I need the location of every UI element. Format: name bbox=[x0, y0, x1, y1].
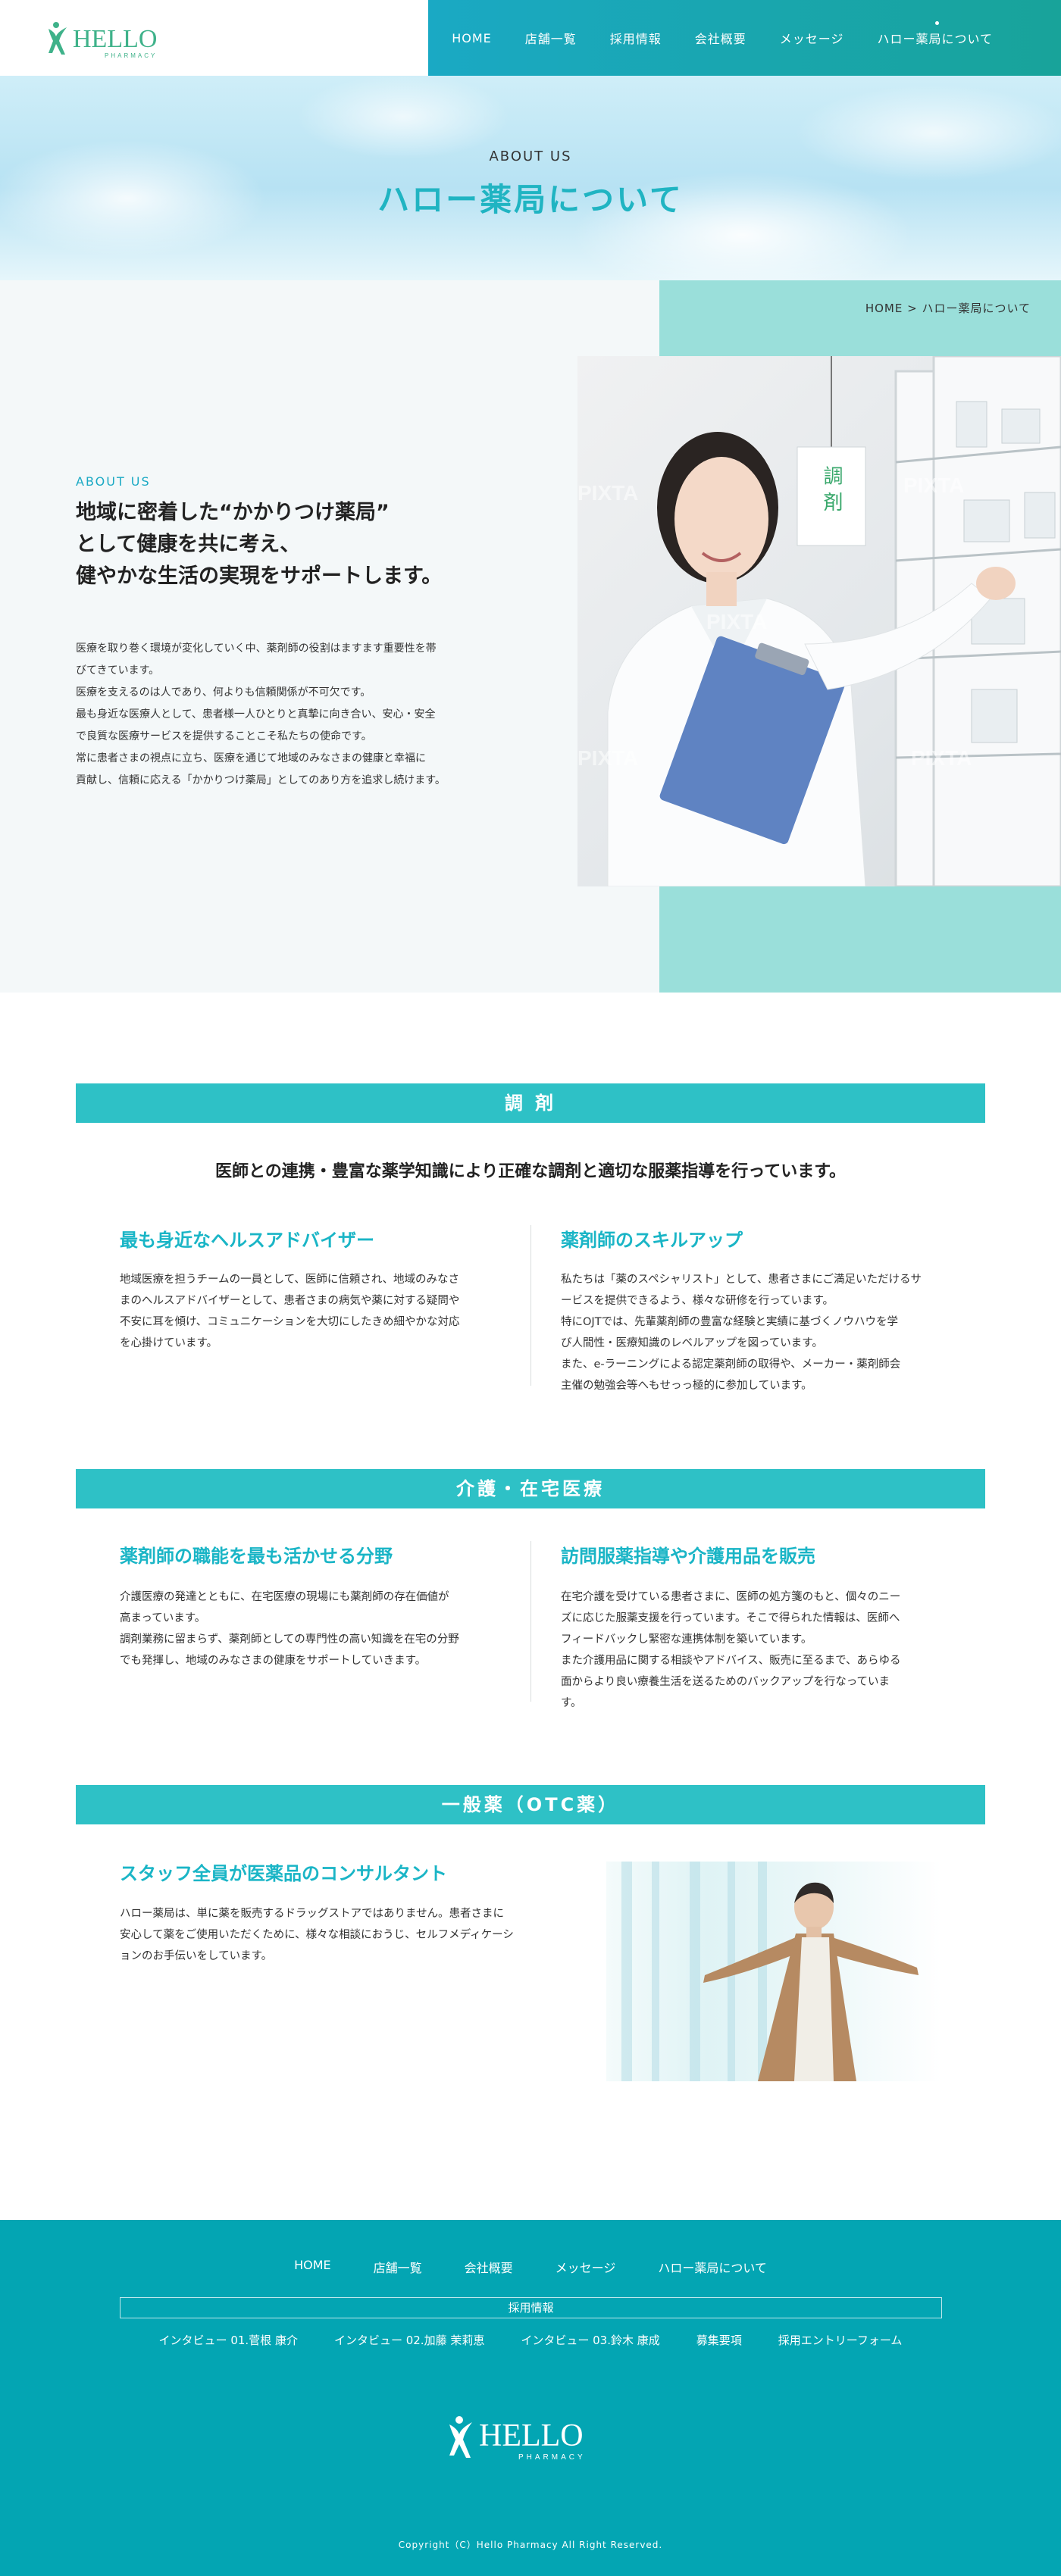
body-line: 介護医療の発達とともに、在宅医療の現場にも薬剤師の存在価値が bbox=[120, 1591, 449, 1603]
care-col1-body: 介護医療の発達とともに、在宅医療の現場にも薬剤師の存在価値が 高まっています。 … bbox=[120, 1587, 514, 1671]
body-line: 不安に耳を傾け、コミュニケーションを大切にしたきめ細やかな対応 bbox=[120, 1316, 460, 1328]
footer-nav-company[interactable]: 会社概要 bbox=[465, 2258, 513, 2276]
dispensing-lead: 医師との連携・豊富な薬学知識により正確な調剤と適切な服薬指導を行っています。 bbox=[214, 1162, 847, 1181]
about-body-line: びてきています。 bbox=[76, 664, 160, 677]
body-line: 面からより良い療養生活を送るためのバックアップを行なっていま bbox=[561, 1676, 890, 1688]
body-line: 在宅介護を受けている患者さまに、医師の処方箋のもと、個々のニー bbox=[561, 1591, 901, 1603]
body-line: す。 bbox=[561, 1697, 582, 1709]
about-heading-line: 地域に密着した“かかりつけ薬局” bbox=[76, 501, 390, 524]
about-heading: 地域に密着した“かかりつけ薬局” として健康を共に考え、 健やかな生活の実現をサ… bbox=[76, 497, 546, 592]
about-heading-line: 健やかな生活の実現をサポートします。 bbox=[76, 564, 443, 588]
dispensing-section-title: 調 剤 bbox=[76, 1083, 985, 1123]
footer-nav-message[interactable]: メッセージ bbox=[556, 2258, 616, 2276]
body-line: 特にOJTでは、先輩薬剤師の豊富な経験と実績に基づくノウハウを学 bbox=[561, 1316, 899, 1328]
runner-figure-icon bbox=[449, 2416, 472, 2458]
body-line: 主催の勉強会等へもせっっ極的に参加しています。 bbox=[561, 1380, 812, 1392]
body-line: ービスを提供できるよう、様々な研修を行っています。 bbox=[561, 1295, 834, 1307]
footer-recruit-label[interactable]: 採用情報 bbox=[120, 2297, 942, 2318]
column-divider bbox=[530, 1225, 531, 1386]
care-col2-body: 在宅介護を受けている患者さまに、医師の処方箋のもと、個々のニー ズに応じた服薬支… bbox=[561, 1587, 955, 1714]
about-body: 医療を取り巻く環境が変化していく中、薬剤師の役割はますます重要性を帯 びてきてい… bbox=[76, 638, 500, 792]
body-line: び人間性・医療知識のレベルアップを図っています。 bbox=[561, 1337, 823, 1349]
otc-col-body: ハロー薬局は、単に薬を販売するドラッグストアではありません。患者さまに 安心して… bbox=[120, 1903, 559, 1967]
stretching-woman-photo bbox=[606, 1862, 941, 2081]
about-body-line: 最も身近な医療人として、患者様一人ひとりと真摯に向き合い、安心・安全 bbox=[76, 708, 436, 721]
dispensing-col2-body: 私たちは「薬のスペシャリスト」として、患者さまにご満足いただけるサ ービスを提供… bbox=[561, 1269, 955, 1396]
nav-message[interactable]: メッセージ bbox=[780, 29, 844, 47]
breadcrumb[interactable]: HOME > ハロー薬局について bbox=[865, 300, 1031, 316]
copyright: Copyright（C）Hello Pharmacy All Right Res… bbox=[398, 2540, 663, 2550]
pharmacist-illustration: 調 剤 PIXTA PIXTA PIXTA PIXTA PIXTA bbox=[577, 356, 1061, 886]
footer-nav-about[interactable]: ハロー薬局について bbox=[658, 2258, 767, 2276]
care-col2-title: 訪問服薬指導や介護用品を販売 bbox=[561, 1546, 815, 1567]
page-title: ハロー薬局について bbox=[377, 181, 684, 218]
page-hero: ABOUT US ハロー薬局について bbox=[0, 76, 1061, 280]
body-line: 高まっています。 bbox=[120, 1612, 206, 1624]
watermark-2: PIXTA bbox=[903, 474, 964, 497]
main-nav: HOME 店舗一覧 採用情報 会社概要 メッセージ ハロー薬局について bbox=[428, 0, 1061, 76]
footer-nav-home[interactable]: HOME bbox=[294, 2258, 331, 2276]
body-line: でも発揮し、地域のみなさまの健康をサポートしていきます。 bbox=[120, 1655, 427, 1667]
footer-link-interview-02[interactable]: インタビュー 02.加藤 茉莉恵 bbox=[334, 2332, 484, 2348]
about-section: HOME > ハロー薬局について 調 剤 PIXTA PIXTA PIXTA P… bbox=[0, 280, 1061, 993]
nav-about[interactable]: ハロー薬局について bbox=[877, 21, 993, 47]
site-header: HELLO PHARMACY HOME 店舗一覧 採用情報 会社概要 メッセージ… bbox=[0, 0, 1061, 76]
otc-section-title: 一般薬（OTC薬） bbox=[76, 1785, 985, 1824]
body-line: 私たちは「薬のスペシャリスト」として、患者さまにご満足いただけるサ bbox=[561, 1274, 922, 1286]
dispensing-col2-title: 薬剤師のスキルアップ bbox=[561, 1230, 743, 1251]
nav-stores[interactable]: 店舗一覧 bbox=[525, 29, 577, 47]
footer-logo-subtext: PHARMACY bbox=[518, 2453, 586, 2462]
dispensing-col1-body: 地域医療を担うチームの一員として、医師に信頼され、地域のみなさ まのヘルスアドバ… bbox=[120, 1269, 514, 1354]
hello-pharmacy-logo[interactable]: HELLO PHARMACY bbox=[45, 18, 197, 61]
body-line: ョンのお手伝いをしています。 bbox=[120, 1950, 273, 1962]
about-heading-line: として健康を共に考え、 bbox=[76, 533, 301, 556]
footer-link-interview-01[interactable]: インタビュー 01.菅根 康介 bbox=[159, 2332, 298, 2348]
body-line: 地域医療を担うチームの一員として、医師に信頼され、地域のみなさ bbox=[120, 1274, 460, 1286]
body-line: また、e-ラーニングによる認定薬剤師の取得や、メーカー・薬剤師会 bbox=[561, 1358, 901, 1371]
logo-subtext: PHARMACY bbox=[105, 52, 157, 59]
footer-logo[interactable]: HELLO PHARMACY bbox=[446, 2411, 620, 2464]
footer-nav-stores[interactable]: 店舗一覧 bbox=[374, 2258, 422, 2276]
column-divider bbox=[530, 1541, 531, 1702]
about-label: ABOUT US bbox=[76, 474, 151, 489]
body-line: ハロー薬局は、単に薬を販売するドラッグストアではありません。患者さまに bbox=[120, 1908, 505, 1920]
body-line: フィードバックし緊密な連携体制を築いています。 bbox=[561, 1633, 812, 1646]
footer-link-entry-form[interactable]: 採用エントリーフォーム bbox=[778, 2332, 903, 2348]
care-section-title: 介護・在宅医療 bbox=[76, 1469, 985, 1508]
nav-home[interactable]: HOME bbox=[452, 31, 492, 45]
about-body-line: で良質な医療サービスを提供することこそ私たちの使命です。 bbox=[76, 730, 372, 742]
body-line: 安心して薬をご使用いただくために、様々な相談におうじ、セルフメディケーシ bbox=[120, 1929, 514, 1941]
pharmacist-photo: 調 剤 PIXTA PIXTA PIXTA PIXTA PIXTA bbox=[577, 356, 1061, 886]
about-body-line: 医療を支えるのは人であり、何よりも信頼関係が不可欠です。 bbox=[76, 686, 371, 699]
site-footer: HOME 店舗一覧 会社概要 メッセージ ハロー薬局について 採用情報 インタビ… bbox=[0, 2220, 1061, 2576]
watermark-3: PIXTA bbox=[706, 610, 767, 633]
about-body-line: 医療を取り巻く環境が変化していく中、薬剤師の役割はますます重要性を帯 bbox=[76, 642, 437, 655]
watermark-1: PIXTA bbox=[577, 481, 638, 505]
logo-text: HELLO bbox=[73, 25, 157, 53]
body-line: を心掛けています。 bbox=[120, 1337, 218, 1349]
watermark-4: PIXTA bbox=[577, 746, 638, 770]
otc-col-title: スタッフ全員が医薬品のコンサルタント bbox=[120, 1863, 447, 1884]
about-body-line: 常に患者さまの視点に立ち、医療を通じて地域のみなさまの健康と幸福に bbox=[76, 752, 426, 764]
nav-company[interactable]: 会社概要 bbox=[695, 29, 746, 47]
dispensing-col1-title: 最も身近なヘルスアドバイザー bbox=[120, 1230, 374, 1251]
footer-link-requirements[interactable]: 募集要項 bbox=[696, 2332, 742, 2348]
footer-link-interview-03[interactable]: インタビュー 03.鈴木 康成 bbox=[521, 2332, 659, 2348]
footer-recruit-links: インタビュー 01.菅根 康介 インタビュー 02.加藤 茉莉恵 インタビュー … bbox=[0, 2332, 1061, 2348]
care-col1-title: 薬剤師の職能を最も活かせる分野 bbox=[120, 1546, 393, 1567]
nav-recruit[interactable]: 採用情報 bbox=[610, 29, 662, 47]
stretching-woman-illustration bbox=[621, 1862, 919, 2081]
about-body-line: 貢献し、信頼に応える「かかりつけ薬局」としてのあり方を追求し続けます。 bbox=[76, 774, 446, 786]
footer-nav: HOME 店舗一覧 会社概要 メッセージ ハロー薬局について bbox=[0, 2258, 1061, 2276]
body-line: 調剤業務に留まらず、薬剤師としての専門性の高い知識を在宅の分野 bbox=[120, 1633, 459, 1646]
body-line: また介護用品に関する相談やアドバイス、販売に至るまで、あらゆる bbox=[561, 1655, 901, 1667]
dispensing-sign-text: 調 剤 bbox=[820, 466, 843, 511]
runner-figure-icon bbox=[49, 22, 67, 55]
body-line: まのヘルスアドバイザーとして、患者さまの病気や薬に対する疑問や bbox=[120, 1295, 460, 1307]
footer-logo-text: HELLO bbox=[479, 2418, 584, 2453]
body-line: ズに応じた服薬支援を行っています。そこで得られた情報は、医師へ bbox=[561, 1612, 900, 1624]
watermark-5: PIXTA bbox=[911, 746, 972, 770]
hero-subtitle: ABOUT US bbox=[489, 148, 572, 164]
